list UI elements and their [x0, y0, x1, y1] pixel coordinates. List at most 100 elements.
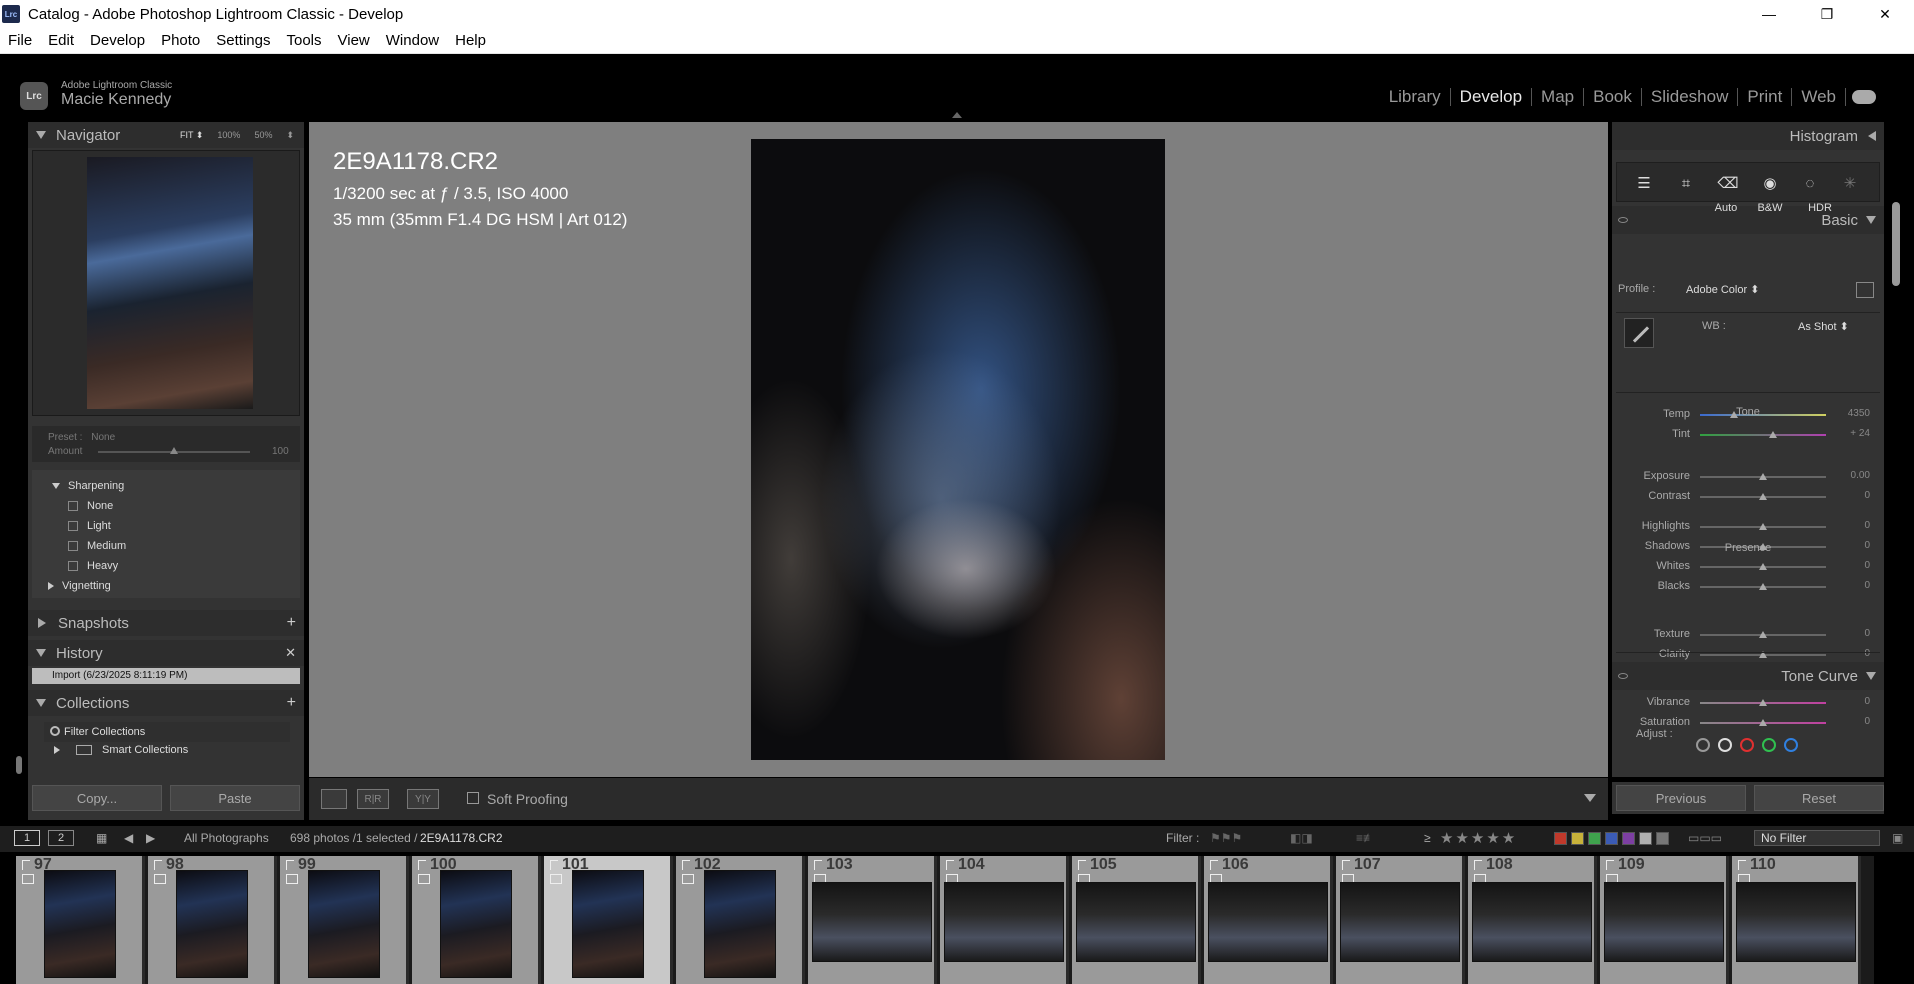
module-print[interactable]: Print: [1738, 88, 1793, 106]
bw-button[interactable]: B&W: [1750, 197, 1790, 219]
edit-filter-icons[interactable]: ◧◨: [1290, 831, 1313, 845]
photo-thumbnail[interactable]: [1076, 882, 1196, 962]
color-label-swatch[interactable]: [1571, 832, 1584, 845]
photo-thumbnail[interactable]: [44, 870, 116, 978]
before-after-view-icon[interactable]: Y|Y: [407, 789, 439, 809]
soft-proofing-checkbox[interactable]: [467, 792, 479, 804]
zoom-more[interactable]: ⬍: [286, 130, 294, 141]
slider-knob[interactable]: [1759, 563, 1767, 570]
slider-knob[interactable]: [1759, 523, 1767, 530]
preset-item[interactable]: Heavy: [68, 560, 118, 572]
add-snapshot-icon[interactable]: +: [287, 614, 296, 632]
left-panel-scrollbar[interactable]: [16, 756, 22, 774]
filmstrip-cell[interactable]: 102: [676, 856, 805, 984]
preset-group-sharpening[interactable]: Sharpening: [52, 480, 124, 492]
add-collection-icon[interactable]: +: [287, 694, 296, 712]
photo-thumbnail[interactable]: [812, 882, 932, 962]
preset-item[interactable]: Light: [68, 520, 111, 532]
filmstrip-cell[interactable]: 106: [1204, 856, 1333, 984]
photo-thumbnail[interactable]: [704, 870, 776, 978]
copy-button[interactable]: Copy...: [32, 785, 162, 811]
filmstrip-cell[interactable]: 101: [544, 856, 673, 984]
flag-filter-icons[interactable]: ⚑⚑⚑: [1210, 831, 1242, 845]
slider-knob[interactable]: [1759, 699, 1767, 706]
minimize-button[interactable]: —: [1740, 0, 1798, 28]
slider-knob[interactable]: [1759, 719, 1767, 726]
snapshots-header[interactable]: Snapshots +: [28, 610, 304, 636]
flag-icon[interactable]: [682, 860, 690, 870]
eye-icon[interactable]: [1618, 673, 1628, 679]
eye-icon[interactable]: [1618, 217, 1628, 223]
kind-filter-icons[interactable]: ▭▭▭: [1688, 831, 1722, 845]
forward-arrow-icon[interactable]: ▶: [146, 831, 155, 845]
clear-history-icon[interactable]: ✕: [285, 645, 296, 661]
flag-icon[interactable]: [946, 860, 954, 870]
slider-value[interactable]: 0: [1834, 628, 1870, 639]
previous-button[interactable]: Previous: [1616, 785, 1746, 811]
preset-item[interactable]: None: [68, 500, 113, 512]
photo-thumbnail[interactable]: [1736, 882, 1856, 962]
color-label-swatch[interactable]: [1554, 832, 1567, 845]
main-photo[interactable]: [751, 139, 1165, 760]
navigator-preview[interactable]: [32, 150, 300, 416]
menu-tools[interactable]: Tools: [278, 32, 329, 49]
profile-dropdown[interactable]: Adobe Color ⬍: [1686, 283, 1759, 296]
photo-thumbnail[interactable]: [1472, 882, 1592, 962]
filmstrip-cell[interactable]: 109: [1600, 856, 1729, 984]
slider-value[interactable]: 0.00: [1834, 470, 1870, 481]
filmstrip-cell[interactable]: 99: [280, 856, 409, 984]
secondary-window-button[interactable]: 2: [48, 830, 74, 846]
hdr-button[interactable]: HDR: [1798, 197, 1842, 219]
menu-settings[interactable]: Settings: [208, 32, 278, 49]
close-button[interactable]: ✕: [1856, 0, 1914, 28]
flag-icon[interactable]: [154, 860, 162, 870]
smart-collections-item[interactable]: Smart Collections: [54, 744, 188, 756]
grid-view-icon[interactable]: ▦: [96, 831, 107, 845]
slider-knob[interactable]: [1759, 493, 1767, 500]
point-curve-green-icon[interactable]: [1762, 738, 1776, 752]
image-view[interactable]: 2E9A1178.CR2 1/3200 sec at ƒ / 3.5, ISO …: [309, 122, 1608, 777]
presets-icon[interactable]: ✳: [1841, 174, 1859, 192]
point-curve-rgb-icon[interactable]: [1718, 738, 1732, 752]
compare-view-icon[interactable]: R|R: [357, 789, 389, 809]
navigator-header[interactable]: Navigator FIT ⬍ 100% 50% ⬍: [28, 122, 304, 148]
slider-track[interactable]: [1700, 434, 1826, 436]
back-arrow-icon[interactable]: ◀: [124, 831, 133, 845]
filmstrip-cell[interactable]: 104: [940, 856, 1069, 984]
flag-icon[interactable]: [1474, 860, 1482, 870]
flag-icon[interactable]: [418, 860, 426, 870]
histogram-header[interactable]: Histogram: [1612, 122, 1884, 150]
point-curve-blue-icon[interactable]: [1784, 738, 1798, 752]
loupe-view-icon[interactable]: [321, 789, 347, 809]
photo-thumbnail[interactable]: [308, 870, 380, 978]
collections-header[interactable]: Collections +: [28, 690, 304, 716]
menu-file[interactable]: File: [0, 32, 40, 49]
selected-filename[interactable]: 2E9A1178.CR2: [420, 831, 503, 845]
flag-icon[interactable]: [1078, 860, 1086, 870]
flag-icon[interactable]: [1210, 860, 1218, 870]
slider-value[interactable]: + 24: [1834, 428, 1870, 439]
wb-dropdown[interactable]: As Shot ⬍: [1798, 320, 1849, 333]
rating-operator[interactable]: ≥: [1424, 831, 1431, 845]
menu-help[interactable]: Help: [447, 32, 494, 49]
photo-thumbnail[interactable]: [440, 870, 512, 978]
auto-button[interactable]: Auto: [1706, 197, 1746, 219]
zoom-50[interactable]: 50%: [254, 130, 272, 141]
menu-window[interactable]: Window: [378, 32, 447, 49]
filter-lock-icon[interactable]: ▣: [1892, 831, 1903, 845]
slider-value[interactable]: 0: [1834, 580, 1870, 591]
photo-thumbnail[interactable]: [572, 870, 644, 978]
point-curve-red-icon[interactable]: [1740, 738, 1754, 752]
filmstrip-cell[interactable]: 105: [1072, 856, 1201, 984]
slider-value[interactable]: 0: [1834, 716, 1870, 727]
slider-value[interactable]: 0: [1834, 520, 1870, 531]
rating-filter-stars[interactable]: ★★★★★: [1440, 829, 1517, 847]
module-map[interactable]: Map: [1532, 88, 1585, 106]
slider-value[interactable]: 0: [1834, 696, 1870, 707]
cloud-sync-icon[interactable]: [1852, 90, 1876, 104]
slider-knob[interactable]: [1759, 583, 1767, 590]
filmstrip-source[interactable]: All Photographs: [184, 831, 269, 845]
color-label-swatch[interactable]: [1639, 832, 1652, 845]
menu-view[interactable]: View: [330, 32, 378, 49]
healing-icon[interactable]: ⌫: [1717, 174, 1738, 192]
